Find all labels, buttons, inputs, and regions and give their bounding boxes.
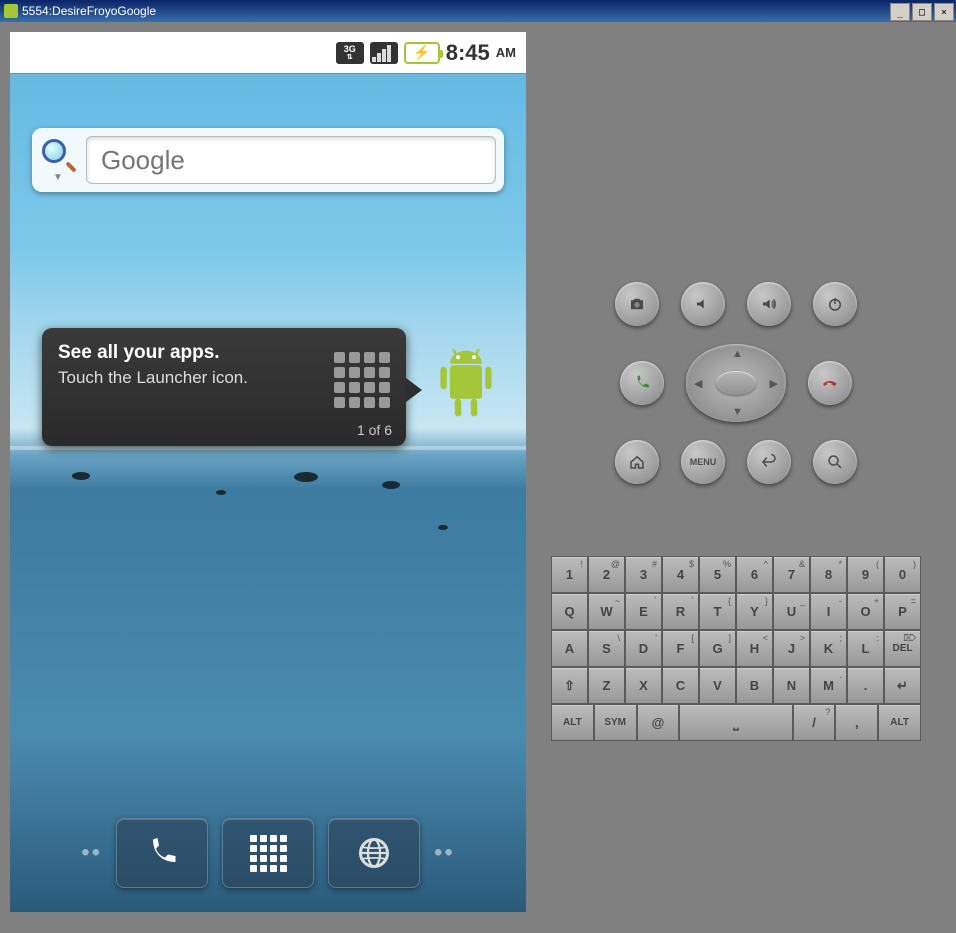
close-button[interactable]: × xyxy=(934,3,954,21)
signal-icon xyxy=(370,42,398,64)
key-9[interactable]: (9 xyxy=(847,556,884,593)
dock-dialer-button[interactable] xyxy=(116,818,208,888)
volume-down-button[interactable] xyxy=(681,282,725,326)
clock-ampm: AM xyxy=(496,45,516,60)
key-↵[interactable]: ↵ xyxy=(884,667,921,704)
hint-subtitle: Touch the Launcher icon. xyxy=(58,368,318,388)
key-r[interactable]: `R xyxy=(662,593,699,630)
key-q[interactable]: Q xyxy=(551,593,588,630)
page-indicator-left[interactable]: •• xyxy=(81,839,102,867)
key-h[interactable]: <H xyxy=(736,630,773,667)
key-y[interactable]: }Y xyxy=(736,593,773,630)
hint-counter: 1 of 6 xyxy=(357,422,392,438)
dock-browser-button[interactable] xyxy=(328,818,420,888)
key-8[interactable]: *8 xyxy=(810,556,847,593)
key-⇧[interactable]: ⇧ xyxy=(551,667,588,704)
android-status-bar[interactable]: 3G ⇅ ⚡ 8:45 AM xyxy=(10,32,526,74)
apps-grid-icon xyxy=(250,835,287,872)
dpad-left[interactable]: ◀ xyxy=(694,377,702,390)
key-del[interactable]: ⌦DEL xyxy=(884,630,921,667)
dock: •• •• xyxy=(10,818,526,888)
globe-icon xyxy=(356,835,392,871)
key-3[interactable]: #3 xyxy=(625,556,662,593)
key-n[interactable]: N xyxy=(773,667,810,704)
menu-button[interactable]: MENU xyxy=(681,440,725,484)
key-1[interactable]: !1 xyxy=(551,556,588,593)
key-6[interactable]: ^6 xyxy=(736,556,773,593)
key-⎵[interactable]: ⎵ xyxy=(679,704,792,741)
app-icon xyxy=(4,4,18,18)
key-j[interactable]: >J xyxy=(773,630,810,667)
key-z[interactable]: Z xyxy=(588,667,625,704)
maximize-button[interactable]: □ xyxy=(912,3,932,21)
minimize-button[interactable]: _ xyxy=(890,3,910,21)
key-m[interactable]: .M xyxy=(810,667,847,704)
key-w[interactable]: ~W xyxy=(588,593,625,630)
key-,[interactable]: , xyxy=(835,704,878,741)
key-@[interactable]: @ xyxy=(637,704,680,741)
key-p[interactable]: =P xyxy=(884,593,921,630)
key-2[interactable]: @2 xyxy=(588,556,625,593)
key-d[interactable]: 'D xyxy=(625,630,662,667)
search-input[interactable] xyxy=(101,145,481,176)
dpad-up[interactable]: ▲ xyxy=(732,348,743,360)
volume-up-button[interactable] xyxy=(747,282,791,326)
key-sym[interactable]: SYM xyxy=(594,704,637,741)
call-button[interactable] xyxy=(620,361,664,405)
search-button[interactable] xyxy=(813,440,857,484)
key-c[interactable]: C xyxy=(662,667,699,704)
key-f[interactable]: [F xyxy=(662,630,699,667)
key-l[interactable]: :L xyxy=(847,630,884,667)
dpad-down[interactable]: ▼ xyxy=(732,406,743,418)
chevron-down-icon[interactable]: ▼ xyxy=(53,173,63,183)
key-o[interactable]: +O xyxy=(847,593,884,630)
hint-bubble[interactable]: See all your apps. Touch the Launcher ic… xyxy=(42,328,406,446)
window-title: 5554:DesireFroyoGoogle xyxy=(22,4,156,18)
key-i[interactable]: -I xyxy=(810,593,847,630)
key-u[interactable]: _U xyxy=(773,593,810,630)
end-call-button[interactable] xyxy=(808,361,852,405)
dpad: ▲ ▼ ◀ ▶ xyxy=(686,344,786,422)
key-k[interactable]: ;K xyxy=(810,630,847,667)
camera-button[interactable] xyxy=(615,282,659,326)
android-robot-icon xyxy=(426,336,506,436)
phone-icon xyxy=(144,835,180,871)
back-button[interactable] xyxy=(747,440,791,484)
key-.[interactable]: . xyxy=(847,667,884,704)
key-v[interactable]: V xyxy=(699,667,736,704)
key-5[interactable]: %5 xyxy=(699,556,736,593)
key-/[interactable]: ?/ xyxy=(793,704,836,741)
key-b[interactable]: B xyxy=(736,667,773,704)
key-g[interactable]: ]G xyxy=(699,630,736,667)
dock-launcher-button[interactable] xyxy=(222,818,314,888)
power-button[interactable] xyxy=(813,282,857,326)
dpad-center[interactable] xyxy=(716,371,756,396)
dpad-right[interactable]: ▶ xyxy=(770,377,778,390)
key-alt[interactable]: ALT xyxy=(878,704,921,741)
network-3g-icon: 3G ⇅ xyxy=(336,42,364,64)
search-icon[interactable] xyxy=(40,137,76,173)
key-0[interactable]: )0 xyxy=(884,556,921,593)
key-alt[interactable]: ALT xyxy=(551,704,594,741)
key-s[interactable]: \S xyxy=(588,630,625,667)
key-x[interactable]: X xyxy=(625,667,662,704)
window-buttons: _ □ × xyxy=(890,1,956,21)
key-7[interactable]: &7 xyxy=(773,556,810,593)
page-indicator-right[interactable]: •• xyxy=(434,839,455,867)
launcher-grid-icon xyxy=(334,352,390,432)
emulator-keyboard: !1@2#3$4%5^6&7*8(9)0 Q~W´E`R{T}Y_U-I+O=P A… xyxy=(551,556,921,741)
window-title-bar: 5554:DesireFroyoGoogle _ □ × xyxy=(0,0,956,22)
key-e[interactable]: ´E xyxy=(625,593,662,630)
clock-time: 8:45 xyxy=(446,40,490,66)
battery-charging-icon: ⚡ xyxy=(404,42,440,64)
key-t[interactable]: {T xyxy=(699,593,736,630)
hint-title: See all your apps. xyxy=(58,342,318,364)
emulator-screen[interactable]: 3G ⇅ ⚡ 8:45 AM ▼ See all your apps. T xyxy=(10,32,526,912)
home-button[interactable] xyxy=(615,440,659,484)
key-4[interactable]: $4 xyxy=(662,556,699,593)
google-search-widget[interactable]: ▼ xyxy=(32,128,504,192)
key-a[interactable]: A xyxy=(551,630,588,667)
emulator-controls: ▲ ▼ ◀ ▶ MENU !1@2#3$4%5^6&7*8(9)0 Q~W´E`R… xyxy=(526,32,946,923)
